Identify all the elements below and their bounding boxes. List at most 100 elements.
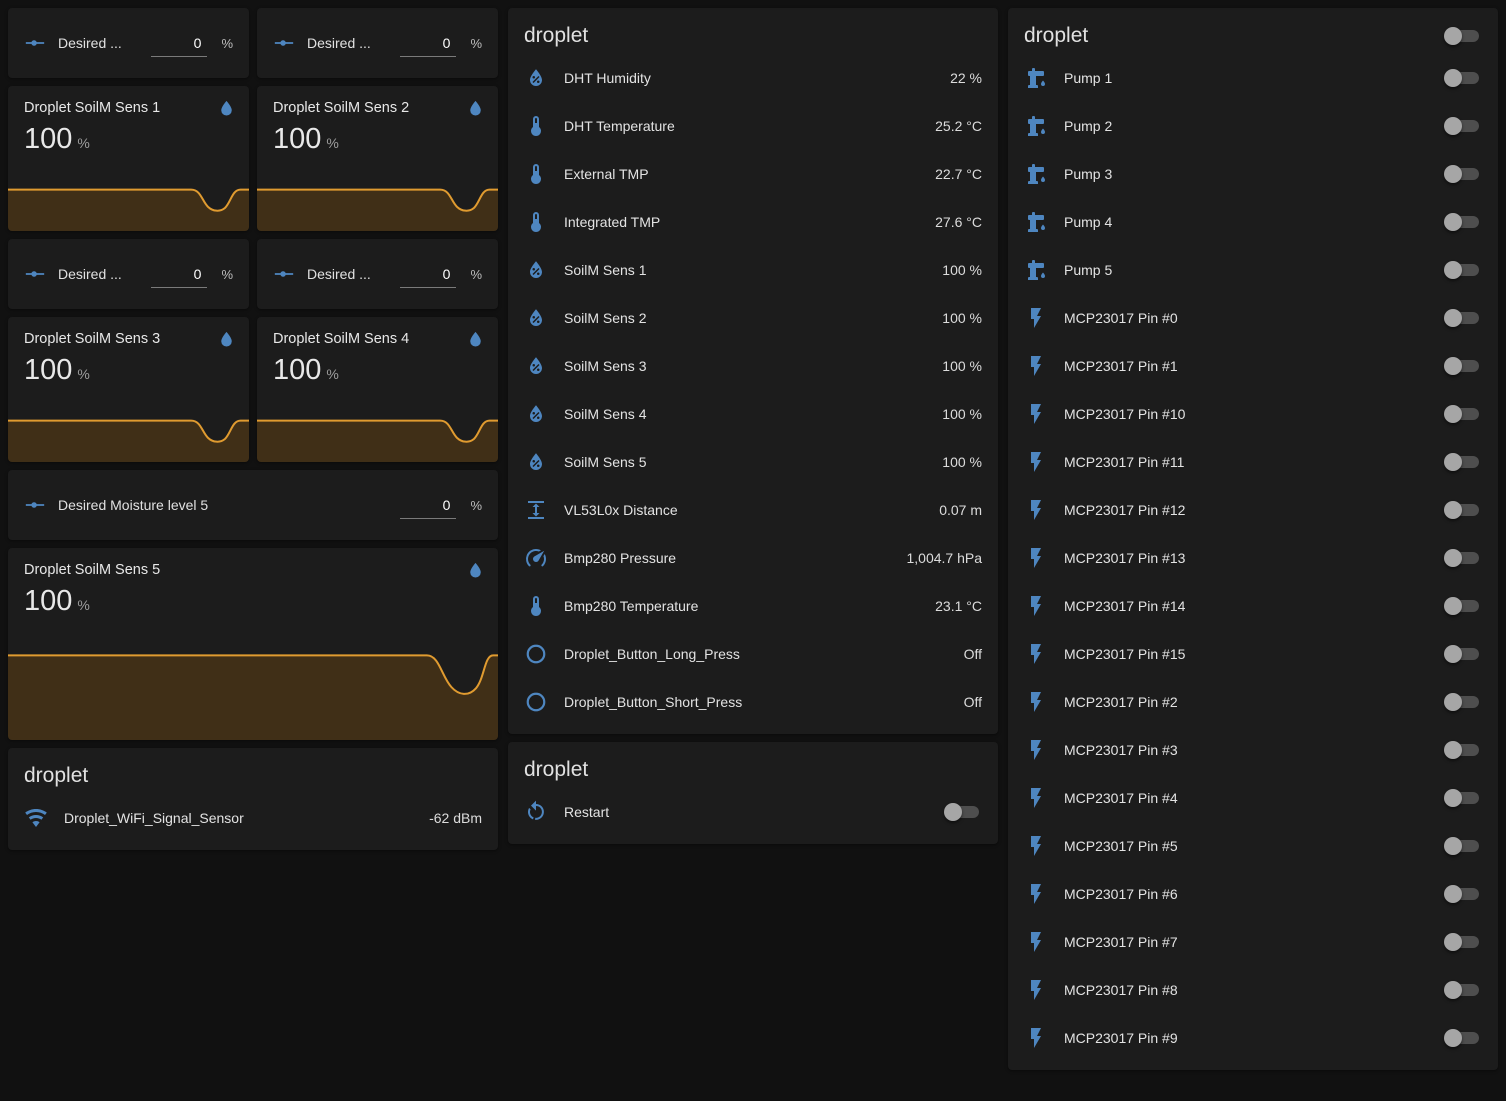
toggle-switch[interactable] bbox=[1444, 260, 1482, 280]
entity-row[interactable]: DHT Humidity 22 % bbox=[524, 54, 982, 102]
toggle-switch[interactable] bbox=[1444, 884, 1482, 904]
sensor-value: 100% bbox=[24, 354, 233, 387]
entity-name: DHT Humidity bbox=[564, 70, 938, 86]
desired-moisture-card-4: Desired ... 0 % bbox=[257, 239, 498, 309]
desired-value-input[interactable]: 0 bbox=[400, 260, 456, 288]
ray-vertex-icon bbox=[273, 263, 295, 285]
entity-value: 27.6 °C bbox=[935, 214, 982, 230]
switch-row: Pump 1 bbox=[1024, 54, 1482, 102]
left-column: Desired ... 0 % Desired ... 0 % Droplet … bbox=[8, 8, 498, 850]
entity-row[interactable]: Droplet_Button_Long_Press Off bbox=[524, 630, 982, 678]
control-rows: Restart bbox=[508, 788, 998, 844]
entity-name: MCP23017 Pin #2 bbox=[1064, 694, 1432, 710]
water-drop-icon bbox=[216, 98, 237, 119]
toggle-switch[interactable] bbox=[1444, 932, 1482, 952]
entity-row[interactable]: SoilM Sens 3 100 % bbox=[524, 342, 982, 390]
sensor-title: Droplet SoilM Sens 3 bbox=[24, 331, 233, 347]
entity-row[interactable]: DHT Temperature 25.2 °C bbox=[524, 102, 982, 150]
entity-name: SoilM Sens 4 bbox=[564, 406, 930, 422]
flash-icon bbox=[1024, 690, 1048, 714]
flash-icon bbox=[1024, 354, 1048, 378]
desired-value-input[interactable]: 0 bbox=[400, 491, 456, 519]
dashboard: Desired ... 0 % Desired ... 0 % Droplet … bbox=[0, 0, 1506, 1078]
toggle-switch[interactable] bbox=[1444, 692, 1482, 712]
wifi-entity-row[interactable]: Droplet_WiFi_Signal_Sensor -62 dBm bbox=[24, 794, 482, 842]
entity-row[interactable]: SoilM Sens 4 100 % bbox=[524, 390, 982, 438]
sensor-value: 100% bbox=[24, 123, 233, 156]
toggle-switch[interactable] bbox=[1444, 596, 1482, 616]
thermometer-icon bbox=[524, 210, 548, 234]
soil-sensor-card-5[interactable]: Droplet SoilM Sens 5 100% bbox=[8, 548, 498, 740]
entity-row[interactable]: Bmp280 Pressure 1,004.7 hPa bbox=[524, 534, 982, 582]
flash-icon bbox=[1024, 786, 1048, 810]
entity-name: Droplet_Button_Long_Press bbox=[564, 646, 952, 662]
sensor-history-graph bbox=[8, 646, 498, 740]
entity-name: Pump 2 bbox=[1064, 118, 1432, 134]
entity-value: 22.7 °C bbox=[935, 166, 982, 182]
toggle-switch[interactable] bbox=[1444, 308, 1482, 328]
water-drop-icon bbox=[465, 98, 486, 119]
entity-name: VL53L0x Distance bbox=[564, 502, 927, 518]
toggle-switch[interactable] bbox=[1444, 116, 1482, 136]
entity-name: MCP23017 Pin #7 bbox=[1064, 934, 1432, 950]
toggle-switch[interactable] bbox=[1444, 836, 1482, 856]
switch-row: MCP23017 Pin #2 bbox=[1024, 678, 1482, 726]
desired-moisture-card-1: Desired ... 0 % bbox=[8, 8, 249, 78]
toggle-switch[interactable] bbox=[1444, 1028, 1482, 1048]
toggle-switch[interactable] bbox=[1444, 68, 1482, 88]
sensor-history-graph bbox=[257, 185, 498, 231]
water-percent-icon bbox=[524, 306, 548, 330]
entity-name: MCP23017 Pin #14 bbox=[1064, 598, 1432, 614]
soil-sensor-card-4[interactable]: Droplet SoilM Sens 4 100% bbox=[257, 317, 498, 462]
entity-row[interactable]: VL53L0x Distance 0.07 m bbox=[524, 486, 982, 534]
entity-name: MCP23017 Pin #10 bbox=[1064, 406, 1432, 422]
switch-rows: Pump 1 Pump 2 Pump 3 bbox=[1008, 54, 1498, 1070]
group-toggle-switch[interactable] bbox=[1444, 26, 1482, 46]
soil-sensor-card-1[interactable]: Droplet SoilM Sens 1 100% bbox=[8, 86, 249, 231]
desired-value-input[interactable]: 0 bbox=[151, 29, 207, 57]
water-percent-icon bbox=[524, 354, 548, 378]
desired-value-input[interactable]: 0 bbox=[151, 260, 207, 288]
soil-sensor-card-3[interactable]: Droplet SoilM Sens 3 100% bbox=[8, 317, 249, 462]
sensor-title: Droplet SoilM Sens 5 bbox=[24, 562, 482, 578]
middle-column: droplet DHT Humidity 22 % DHT Temperatur… bbox=[508, 8, 998, 844]
entity-row[interactable]: Bmp280 Temperature 23.1 °C bbox=[524, 582, 982, 630]
water-pump-icon bbox=[1024, 162, 1048, 186]
toggle-switch[interactable] bbox=[1444, 164, 1482, 184]
toggle-switch[interactable] bbox=[1444, 356, 1482, 376]
toggle-switch[interactable] bbox=[1444, 980, 1482, 1000]
toggle-switch[interactable] bbox=[1444, 644, 1482, 664]
entity-name: MCP23017 Pin #8 bbox=[1064, 982, 1432, 998]
switch-row: Pump 2 bbox=[1024, 102, 1482, 150]
entity-row[interactable]: SoilM Sens 5 100 % bbox=[524, 438, 982, 486]
toggle-switch[interactable] bbox=[1444, 452, 1482, 472]
entity-row[interactable]: SoilM Sens 2 100 % bbox=[524, 294, 982, 342]
water-percent-icon bbox=[524, 258, 548, 282]
toggle-switch[interactable] bbox=[1444, 500, 1482, 520]
toggle-switch[interactable] bbox=[1444, 740, 1482, 760]
entity-row[interactable]: SoilM Sens 1 100 % bbox=[524, 246, 982, 294]
entity-row[interactable]: External TMP 22.7 °C bbox=[524, 150, 982, 198]
thermometer-icon bbox=[524, 162, 548, 186]
ray-vertex-icon bbox=[24, 263, 46, 285]
entity-name: MCP23017 Pin #15 bbox=[1064, 646, 1432, 662]
desired-label: Desired ... bbox=[307, 266, 388, 282]
entity-row[interactable]: Droplet_Button_Short_Press Off bbox=[524, 678, 982, 726]
water-pump-icon bbox=[1024, 66, 1048, 90]
entity-name: MCP23017 Pin #6 bbox=[1064, 886, 1432, 902]
flash-icon bbox=[1024, 978, 1048, 1002]
toggle-switch[interactable] bbox=[1444, 548, 1482, 568]
toggle-switch[interactable] bbox=[1444, 212, 1482, 232]
toggle-switch[interactable] bbox=[1444, 404, 1482, 424]
entity-row[interactable]: Integrated TMP 27.6 °C bbox=[524, 198, 982, 246]
toggle-switch[interactable] bbox=[1444, 788, 1482, 808]
entity-name: Pump 1 bbox=[1064, 70, 1432, 86]
soil-sensor-card-2[interactable]: Droplet SoilM Sens 2 100% bbox=[257, 86, 498, 231]
water-pump-icon bbox=[1024, 210, 1048, 234]
desired-value-input[interactable]: 0 bbox=[400, 29, 456, 57]
ray-vertex-icon bbox=[24, 494, 46, 516]
circle-outline-icon bbox=[524, 642, 548, 666]
toggle-switch[interactable] bbox=[944, 802, 982, 822]
water-percent-icon bbox=[524, 66, 548, 90]
switch-row: MCP23017 Pin #12 bbox=[1024, 486, 1482, 534]
